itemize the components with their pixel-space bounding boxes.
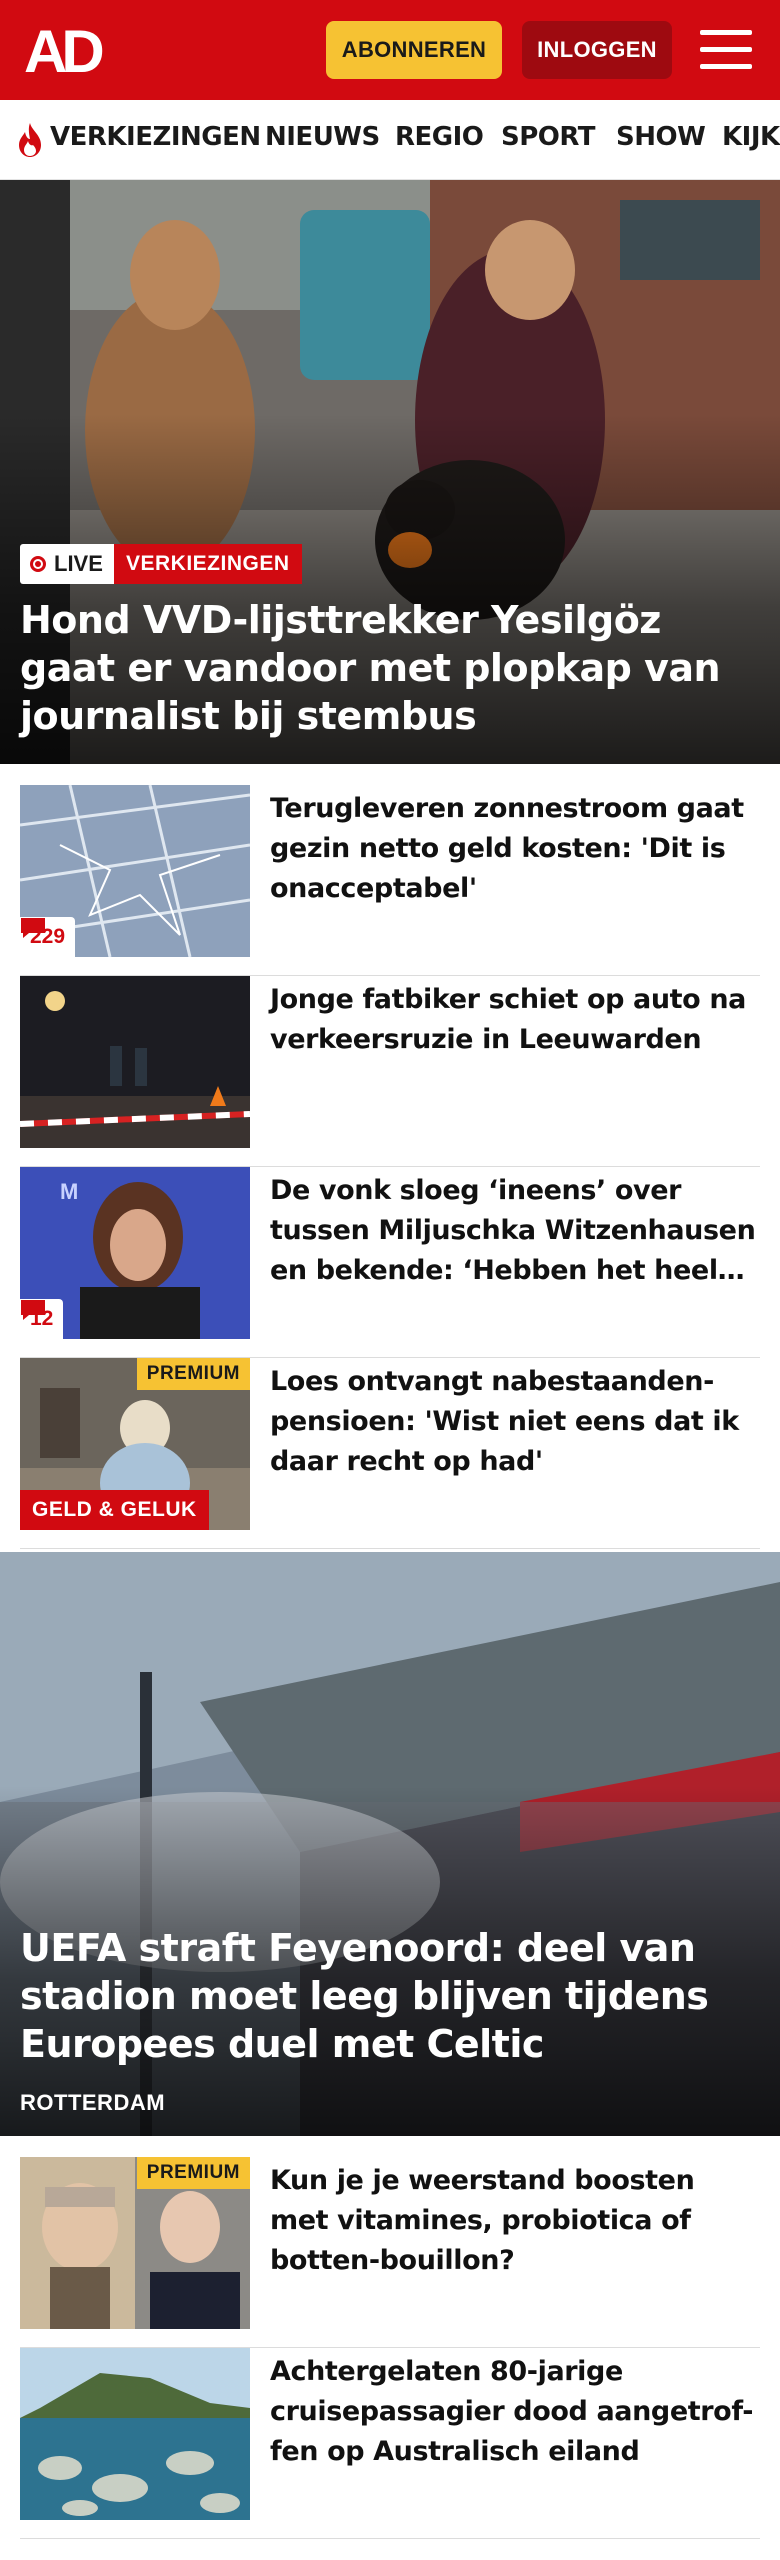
hero-title[interactable]: Hond VVD-lijsttrekker Yesilgöz gaat er v… (20, 596, 760, 740)
list-item[interactable]: PREMIUM Kun je je weerstand boosten met … (20, 2157, 760, 2348)
login-button[interactable]: INLOGGEN (522, 21, 672, 79)
category-badge: VERKIEZINGEN (114, 544, 302, 584)
list-item[interactable]: Achtergelaten 80-jarige cruisepassagier … (20, 2348, 760, 2539)
nav-item-regio[interactable]: REGIO (395, 122, 484, 152)
subscribe-button[interactable]: ABONNEREN (326, 21, 502, 79)
premium-badge: PREMIUM (136, 2157, 250, 2189)
svg-text:M: M (60, 1179, 78, 1204)
article-title[interactable]: Jonge fatbiker schiet op auto na verkeer… (270, 980, 760, 1060)
list-item[interactable]: Jonge fatbiker schiet op auto na verkeer… (20, 976, 760, 1167)
comment-count-badge: 229 (20, 917, 76, 957)
hero-title[interactable]: UEFA straft Feyenoord: deel van stadion … (20, 1924, 760, 2068)
svg-text:AD: AD (24, 22, 102, 78)
nav-item-sport[interactable]: SPORT (501, 122, 595, 152)
section-nav: VERKIEZINGEN NIEUWS REGIO SPORT SHOW KIJ… (0, 100, 780, 180)
article-thumbnail (20, 2348, 250, 2520)
nav-item-verkiezingen[interactable]: VERKIEZINGEN (50, 122, 261, 152)
list-item[interactable]: 229 Terugleveren zonnestroom gaat gezin … (20, 785, 760, 976)
location-label: ROTTERDAM (20, 2090, 166, 2115)
live-dot-icon (30, 556, 46, 572)
live-badge: LIVE (20, 544, 115, 584)
top-header: AD ABONNEREN INLOGGEN (0, 0, 780, 100)
premium-badge: PREMIUM (136, 1358, 250, 1390)
hero-article-dog[interactable]: LIVE VERKIEZINGEN Hond VVD-lijsttrekker … (0, 180, 780, 764)
article-thumbnail: M 12 (20, 1167, 250, 1339)
ad-logo[interactable]: AD (24, 22, 116, 78)
article-thumbnail: PREMIUM (20, 2157, 250, 2329)
nav-item-nieuws[interactable]: NIEUWS (265, 122, 380, 152)
comment-icon (21, 1300, 45, 1320)
article-thumbnail (20, 976, 250, 1148)
nav-item-kijk[interactable]: KIJK (722, 122, 780, 152)
list-item[interactable]: M 12 De vonk sloeg ‘ineens’ over tussen … (20, 1167, 760, 1358)
article-title[interactable]: De vonk sloeg ‘ineens’ over tussen Milju… (270, 1171, 760, 1291)
article-title[interactable]: Terugleveren zonnestroom gaat gezin nett… (270, 789, 760, 909)
article-title[interactable]: Achtergelaten 80-jarige cruisepassagier … (270, 2352, 760, 2472)
article-title[interactable]: Kun je je weerstand boosten met vitamine… (270, 2161, 760, 2281)
flame-icon (19, 123, 41, 157)
nav-item-show[interactable]: SHOW (616, 122, 706, 152)
article-thumbnail: PREMIUM GELD & GELUK (20, 1358, 250, 1530)
live-label: LIVE (54, 551, 103, 576)
comment-icon (21, 918, 45, 938)
hero-article-feyenoord[interactable]: UEFA straft Feyenoord: deel van stadion … (0, 1552, 780, 2136)
comment-count-badge: 12 (20, 1299, 64, 1339)
category-tag: GELD & GELUK (20, 1490, 209, 1530)
article-thumbnail: 229 (20, 785, 250, 957)
hamburger-menu-icon[interactable] (700, 28, 752, 72)
list-item[interactable]: PREMIUM GELD & GELUK Loes ontvangt nabes… (20, 1358, 760, 1549)
article-title[interactable]: Loes ontvangt nabestaanden-pensioen: 'Wi… (270, 1362, 760, 1482)
